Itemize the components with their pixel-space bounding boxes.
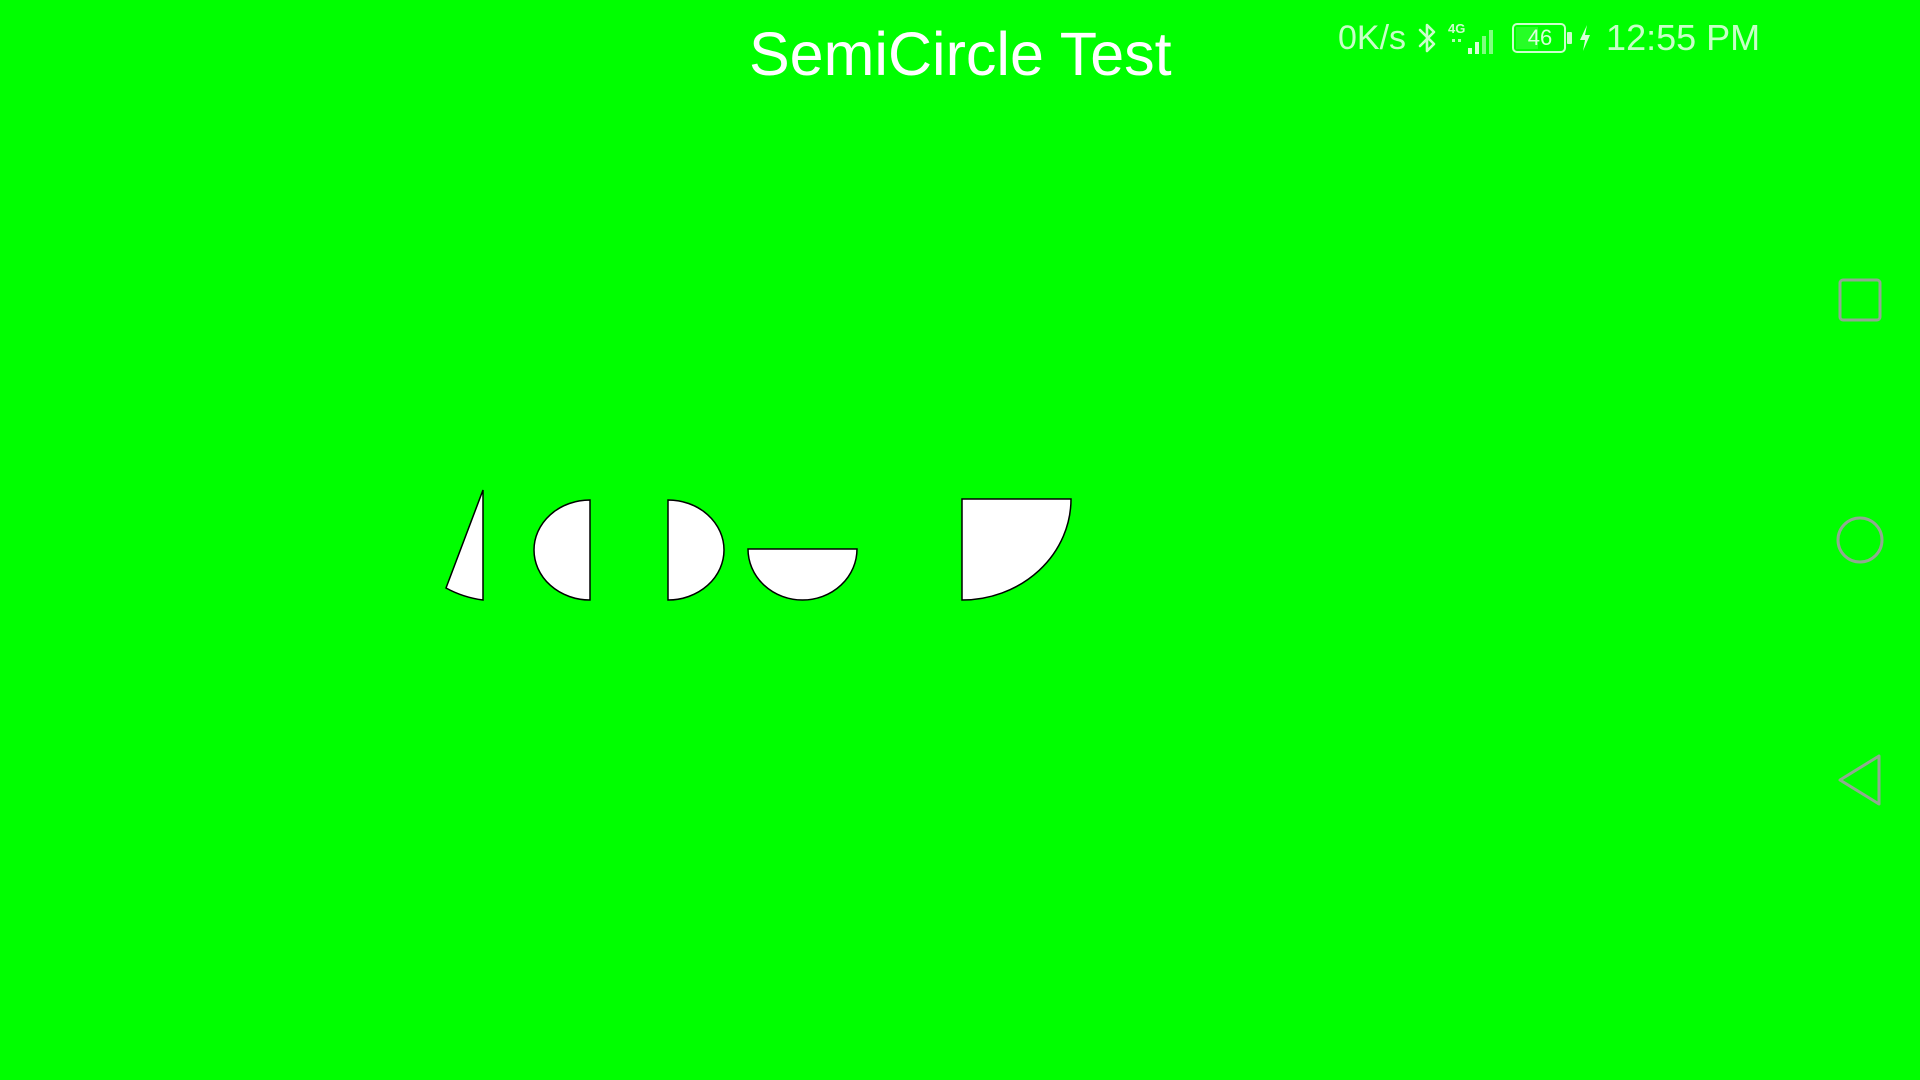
left-semicircle-shape bbox=[533, 499, 591, 601]
quarter-circle-shape bbox=[961, 498, 1072, 601]
right-semicircle-shape bbox=[667, 499, 725, 601]
app-screen: SemiCircle Test 0K/s 4G 46 12:55 PM bbox=[0, 0, 1920, 1080]
triangle-back-icon bbox=[1838, 754, 1881, 806]
square-icon bbox=[1838, 278, 1882, 322]
back-button[interactable] bbox=[1830, 750, 1890, 810]
shapes-canvas bbox=[445, 489, 1072, 601]
sector-shape bbox=[445, 489, 484, 601]
home-button[interactable] bbox=[1830, 510, 1890, 570]
bottom-semicircle-shape bbox=[747, 548, 858, 601]
recent-apps-button[interactable] bbox=[1830, 270, 1890, 330]
navigation-bar bbox=[1820, 0, 1900, 1080]
circle-icon bbox=[1836, 516, 1884, 564]
